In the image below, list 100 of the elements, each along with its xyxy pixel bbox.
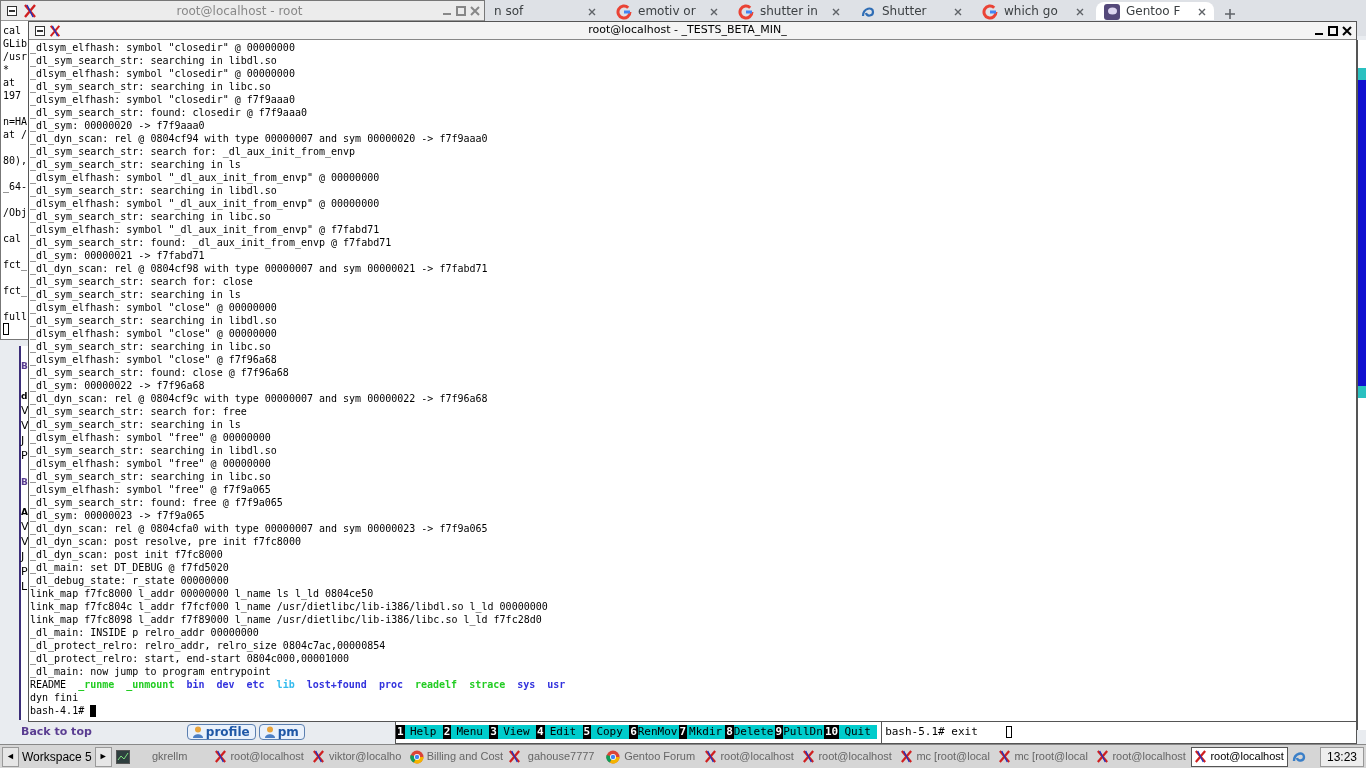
terminal-line: _64-	[3, 180, 28, 193]
next-workspace-button[interactable]: ►	[94, 746, 112, 767]
back-to-top-link[interactable]: Back to top	[21, 723, 92, 741]
terminal-line: _dl_protect_relro: start, end-start 0804c000,00001000	[30, 652, 350, 665]
file-name: lost+found	[306, 678, 367, 691]
terminal-line: _dlsym_elfhash: symbol "_dl_aux_init_from_envp" @ 00000000	[30, 197, 380, 210]
terminal-line: _dl_dyn_scan: rel @ 0804cf94 with type 00000007 and sym 00000020 -> f7f9aaa0	[30, 132, 488, 145]
terminal-line: _dl_main: now jump to program entrypoint	[30, 665, 271, 678]
file-name: _unmount	[126, 678, 175, 691]
terminal-line: _dlsym_elfhash: symbol "close" @ 00000000	[30, 301, 277, 314]
file-name: README	[30, 678, 67, 691]
x-logo-icon	[49, 24, 61, 37]
maximize-icon[interactable]	[1328, 25, 1338, 36]
file-name: strace	[469, 678, 506, 691]
taskbar-item[interactable]: root@localhost	[210, 746, 308, 767]
terminal-line: _dl_sym_search_str: searching in libdl.so	[30, 444, 277, 457]
window-title: root@localhost - _TESTS_BETA_MIN_	[587, 22, 788, 39]
page-text-fragment: B	[21, 360, 28, 372]
terminal-line: /usr	[3, 50, 28, 63]
terminal-line: _dlsym_elfhash: symbol "free" @ 00000000	[30, 431, 271, 444]
window-menu-icon[interactable]	[35, 25, 45, 36]
file-name: etc	[246, 678, 265, 691]
x-logo-icon	[899, 750, 913, 763]
terminal-line: cal	[3, 24, 22, 37]
terminal-line: _dl_sym_search_str: searching in libc.so	[30, 80, 271, 93]
terminal-line: _dl_sym_search_str: searching in libdl.so	[30, 314, 277, 327]
close-icon[interactable]	[1198, 8, 1206, 16]
taskbar-item[interactable]: mc [root@local	[896, 746, 994, 767]
terminal-line: 80),	[3, 154, 28, 167]
terminal-line: _dl_sym: 00000021 -> f7fabd71	[30, 249, 205, 262]
taskbar-item[interactable]: mc [root@local	[994, 746, 1092, 767]
plus-icon[interactable]	[1224, 8, 1236, 20]
scrollbar-drawing[interactable]	[1358, 68, 1366, 398]
terminal-line: _dl_sym_search_str: found: close @ f7f96a68	[30, 366, 289, 379]
terminal-line: _dl_sym_search_str: searching in ls	[30, 288, 241, 301]
previous-workspace-button[interactable]: ◄	[2, 746, 19, 767]
terminal-line: link_map f7fc804c l_addr f7fcf000 l_name /usr/dietlibc/lib-i386/libdl.so l_ld 00000000	[30, 600, 548, 613]
close-icon[interactable]	[1342, 25, 1352, 36]
terminal-line: _dlsym_elfhash: symbol "closedir" @ f7f9aaa0	[30, 93, 295, 106]
browser-tab[interactable]: which go	[974, 2, 1092, 20]
person-icon	[192, 726, 203, 738]
x-logo-icon	[507, 750, 521, 763]
page-text-fragment: J	[21, 551, 26, 563]
forum-button[interactable]: profile	[186, 724, 256, 740]
x-logo-icon	[703, 750, 717, 763]
window-menu-icon[interactable]	[7, 5, 17, 16]
terminal-line: _dl_sym_search_str: search for: _dl_aux_init_from_envp	[30, 145, 356, 158]
browser-tab[interactable]: Gentoo F	[1096, 2, 1214, 20]
terminal-line: _dlsym_elfhash: symbol "closedir" @ 00000000	[30, 41, 295, 54]
cursor	[90, 704, 97, 717]
taskbar-item[interactable]: gahouse7777	[504, 746, 602, 767]
taskbar-item[interactable]: root@localhost	[798, 746, 896, 767]
terminal-line: _dlsym_elfhash: symbol "_dl_aux_init_from_envp" @ 00000000	[30, 171, 380, 184]
terminal-line: _dl_sym_search_str: searching in libc.so	[30, 210, 271, 223]
shell-prompt: bash-4.1#	[30, 704, 85, 717]
file-name: proc	[378, 678, 403, 691]
terminal-line: _dl_sym_search_str: found: _dl_aux_init_from_envp @ f7fabd71	[30, 236, 392, 249]
terminal-line: 197	[3, 89, 22, 102]
terminal-line: _dl_sym_search_str: searching in libdl.so	[30, 54, 277, 67]
terminal-line: /Obj	[3, 206, 28, 219]
terminal-line: _dl_dyn_scan: rel @ 0804cfa0 with type 00000007 and sym 00000023 -> f7f9a065	[30, 522, 488, 535]
taskbar-item[interactable]: gkrellm	[112, 746, 210, 767]
forum-button[interactable]: pm	[258, 724, 305, 740]
cursor	[1005, 726, 1012, 738]
cursor	[3, 323, 9, 335]
taskbar-item[interactable]: root@localhost	[1092, 746, 1190, 767]
chrome-icon	[605, 749, 620, 764]
terminal-line: link_map f7fc8098 l_addr f7f89000 l_name /usr/dietlibc/lib-i386/libc.so l_ld f7fc28d0	[30, 613, 542, 626]
taskbar-item[interactable]: Gentoo Forum	[602, 746, 700, 767]
browser-tab[interactable]: Shutter	[852, 2, 970, 20]
file-name: lib	[276, 678, 295, 691]
browser-tab[interactable]: shutter in	[730, 2, 848, 20]
tab-title: Gentoo F	[1126, 4, 1181, 18]
terminal-line: at /	[3, 128, 28, 141]
x-logo-icon	[213, 750, 227, 763]
terminal-line: link_map f7fc8000 l_addr 00000000 l_name ls l_ld 0804ce50	[30, 587, 374, 600]
clock: 13:23	[1319, 746, 1364, 767]
x-logo-icon	[801, 750, 815, 763]
terminal-line: _dl_sym_search_str: searching in libc.so	[30, 340, 271, 353]
taskbar-item[interactable]: Billing and Cost	[406, 746, 504, 767]
file-name: readelf	[415, 678, 458, 691]
terminal-line: _dl_sym_search_str: found: closedir @ f7f9aaa0	[30, 106, 307, 119]
terminal-line: _dl_dyn_scan: post init f7fc8000	[30, 548, 223, 561]
x-logo-icon	[1193, 750, 1207, 763]
terminal-line: _dl_sym_search_str: searching in libdl.so	[30, 184, 277, 197]
tab-title: which go	[1004, 4, 1058, 18]
taskbar-item[interactable]: viktor@localho	[308, 746, 406, 767]
command-line: bash-5.1# exit	[885, 723, 978, 740]
terminal-line: _dl_sym: 00000022 -> f7f96a68	[30, 379, 205, 392]
browser-tab[interactable]: n sof	[486, 2, 604, 20]
ring-logo-icon	[616, 4, 632, 20]
window-title: root@localhost - root	[175, 2, 304, 20]
browser-tab[interactable]: emotiv or	[608, 2, 726, 20]
taskbar-item[interactable]: root@localhost	[700, 746, 798, 767]
taskbar-item[interactable]: root@localhost	[1190, 746, 1288, 767]
terminal-line: fct_	[3, 284, 28, 297]
file-name: dev	[216, 678, 235, 691]
terminal-line: _dl_sym: 00000020 -> f7f9aaa0	[30, 119, 205, 132]
terminal-line: _dlsym_elfhash: symbol "_dl_aux_init_from_envp" @ f7fabd71	[30, 223, 380, 236]
terminal-line: fct_	[3, 258, 28, 271]
